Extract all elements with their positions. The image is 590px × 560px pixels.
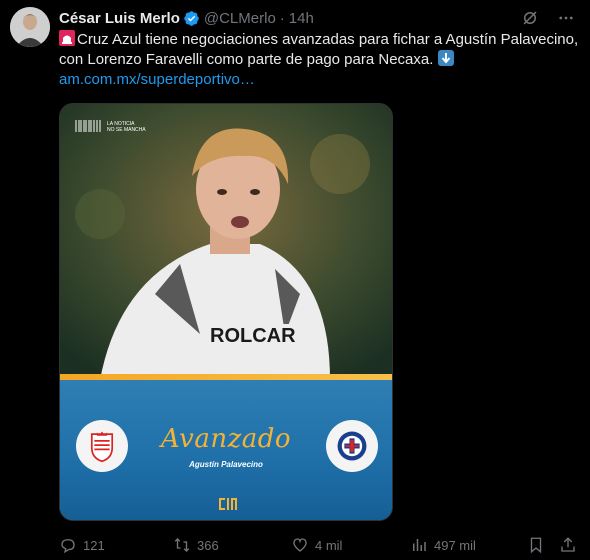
down-arrow-emoji-icon	[437, 50, 454, 66]
tweet-link[interactable]: am.com.mx/superdeportivo…	[59, 71, 255, 88]
jersey-sponsor-text: ROLCAR	[210, 325, 296, 347]
siren-emoji-icon	[59, 30, 75, 46]
tweet-header: César Luis Merlo @CLMerlo · 14h	[59, 8, 314, 28]
action-bar: 121 366 4 mil 497 mil	[59, 535, 579, 555]
brand-line-2: NO SE MANCHA	[107, 127, 146, 133]
cruz-azul-crest-icon	[326, 420, 378, 472]
status-title: Avanzado	[160, 424, 292, 454]
reply-count: 121	[83, 537, 105, 553]
retweet-icon	[174, 538, 190, 552]
share-button[interactable]	[559, 536, 577, 554]
separator-dot: ·	[279, 9, 285, 27]
player-name: Agustín Palavecino	[189, 460, 263, 469]
like-count: 4 mil	[315, 537, 343, 553]
views-count: 497 mil	[434, 537, 476, 553]
views-button[interactable]: 497 mil	[410, 536, 476, 554]
author-handle[interactable]: @CLMerlo	[204, 10, 276, 27]
retweet-button[interactable]: 366	[173, 536, 219, 554]
more-options-icon[interactable]	[556, 8, 576, 28]
reply-button[interactable]: 121	[59, 536, 105, 554]
share-icon	[561, 537, 575, 552]
verified-badge-icon	[183, 10, 200, 27]
reply-icon	[61, 539, 75, 554]
grok-icon[interactable]	[520, 8, 540, 28]
bookmark-icon	[530, 537, 542, 554]
tweet[interactable]: César Luis Merlo @CLMerlo · 14h Cruz Azu…	[0, 0, 590, 560]
bookmark-button[interactable]	[527, 536, 545, 554]
player-photo: ROLCAR LA NOTICIA NO SE MANCHA	[60, 104, 392, 380]
views-chart-icon	[413, 539, 426, 551]
necaxa-crest-icon	[76, 420, 128, 472]
top-actions	[520, 8, 576, 28]
author-name[interactable]: César Luis Merlo	[59, 10, 180, 27]
like-button[interactable]: 4 mil	[291, 536, 342, 554]
heart-icon	[293, 538, 307, 552]
avatar[interactable]	[10, 7, 50, 47]
retweet-count: 366	[197, 537, 219, 553]
tweet-text: Cruz Azul tiene negociaciones avanzadas …	[59, 31, 579, 68]
timestamp[interactable]: 14h	[289, 10, 314, 27]
tweet-text-block: Cruz Azul tiene negociaciones avanzadas …	[59, 30, 579, 90]
graphic-logo-icon	[217, 496, 239, 512]
tweet-image[interactable]: ROLCAR LA NOTICIA NO SE MANCHA Avanzado …	[59, 103, 393, 521]
